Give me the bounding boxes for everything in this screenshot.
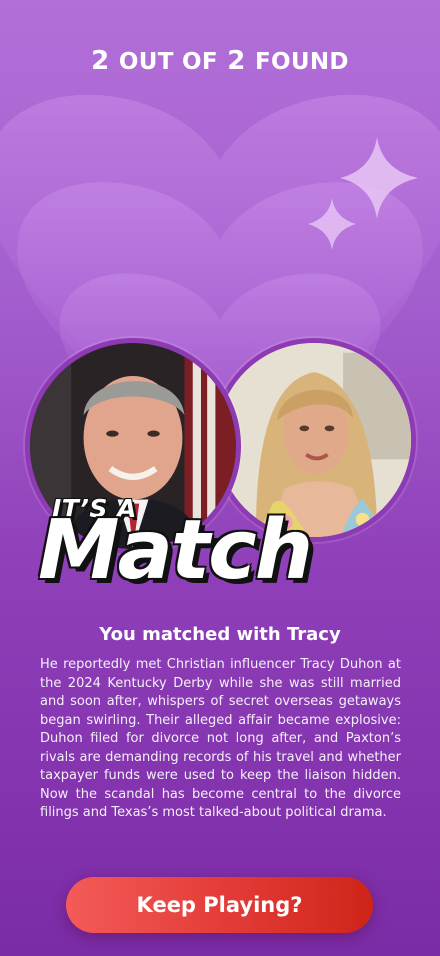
keep-playing-button[interactable]: Keep Playing? (66, 877, 373, 933)
found-counter: 2 OUT OF 2 FOUND (0, 46, 440, 76)
match-screen: 2 OUT OF 2 FOUND IT’S A Match You matche… (0, 0, 440, 956)
match-subtitle: You matched with Tracy (99, 624, 341, 645)
out-of-label: OUT OF (118, 49, 218, 75)
match-title: Match (38, 503, 313, 598)
total-count: 2 (227, 46, 246, 76)
found-label: FOUND (255, 49, 349, 75)
match-story: He reportedly met Christian influencer T… (40, 657, 401, 820)
found-count: 2 (91, 46, 110, 76)
